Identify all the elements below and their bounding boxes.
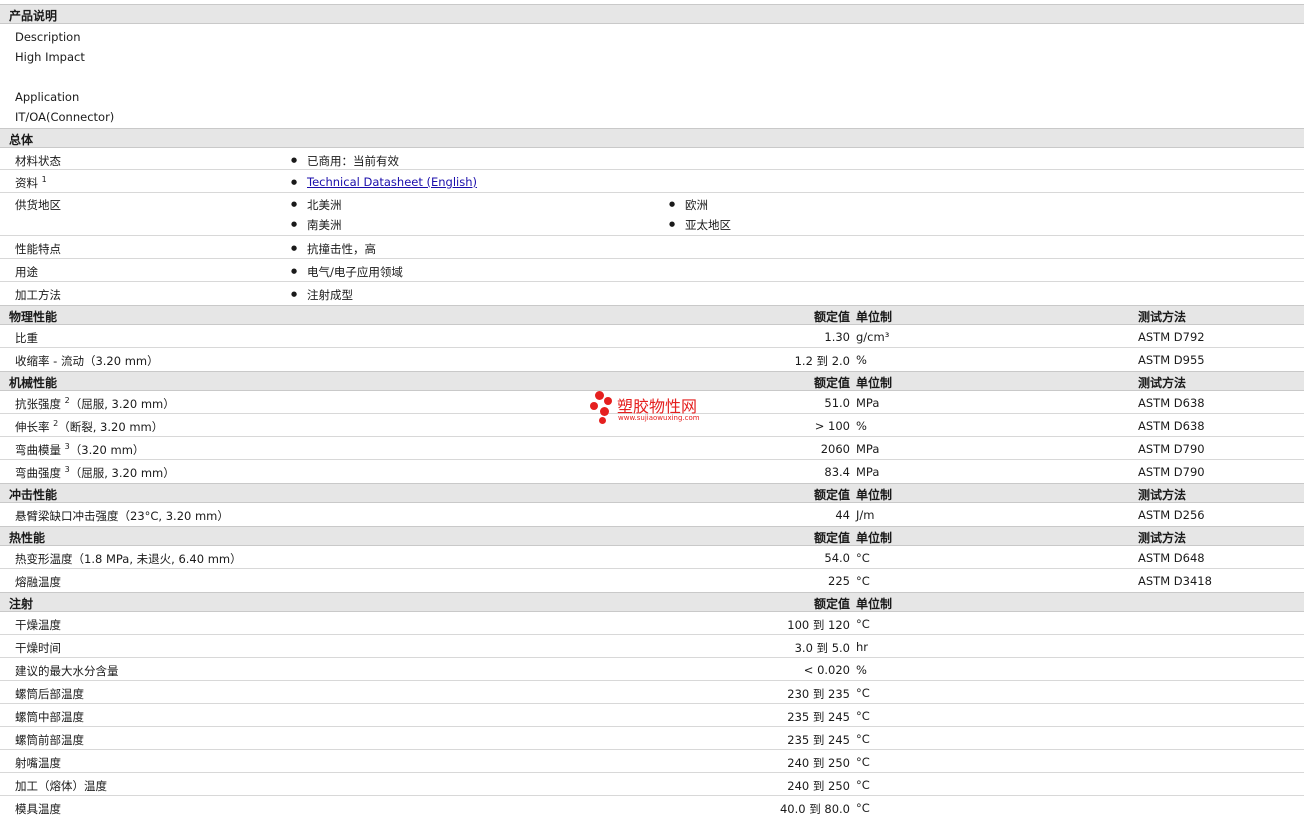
table-row: 建议的最大水分含量 < 0.020 %: [0, 658, 1304, 681]
row-uses: 用途 电气/电子应用领域: [0, 259, 1304, 282]
logo-dot-icon: [600, 407, 609, 416]
description-label: Description: [15, 30, 81, 44]
description-block: Description High Impact Application IT/O…: [0, 24, 1304, 128]
row-label: 性能特点: [15, 242, 61, 256]
region-item: 北美洲: [291, 197, 341, 213]
row-value: Technical Datasheet (English): [291, 175, 477, 189]
table-row: 射嘴温度 240 到 250 °C: [0, 750, 1304, 773]
header-value: 额定值: [813, 597, 850, 611]
logo-dot-icon: [599, 417, 606, 424]
table-row: 收缩率 - 流动（3.20 mm） 1.2 到 2.0 % ASTM D955: [15, 353, 1205, 368]
header-unit: 单位制: [856, 376, 893, 390]
region-item: 南美洲: [291, 217, 341, 233]
header-unit: 单位制: [856, 310, 893, 324]
table-row: 模具温度 40.0 到 80.0 °C: [15, 801, 870, 816]
header-test: 测试方法: [1138, 376, 1187, 390]
header-unit: 单位制: [856, 597, 893, 611]
section-title: 物理性能: [9, 310, 58, 324]
table-row: 弯曲强度 3（屈服, 3.20 mm） 83.4 MPa ASTM D790: [15, 465, 1205, 480]
table-row: 弯曲模量 3（3.20 mm） 2060 MPa ASTM D790: [0, 437, 1304, 460]
row-value: 已商用：当前有效: [291, 153, 399, 169]
logo-dot-icon: [604, 397, 612, 405]
row-material-status: 材料状态 已商用：当前有效: [0, 148, 1304, 170]
section-title: 冲击性能: [9, 488, 58, 502]
header-unit: 单位制: [856, 488, 893, 502]
description-value: High Impact: [15, 50, 85, 64]
table-row: 干燥时间 3.0 到 5.0 hr: [0, 635, 1304, 658]
table-row: 螺筒中部温度 235 到 245 °C: [0, 704, 1304, 727]
table-row: 螺筒后部温度 230 到 235 °C: [0, 681, 1304, 704]
watermark-logo: 塑胶物性网 www.sujiaowuxing.com: [588, 390, 728, 426]
section-title: 热性能: [9, 531, 46, 545]
region-item: 亚太地区: [669, 217, 731, 233]
section-thermal: 热性能 额定值 单位制 测试方法: [0, 526, 1304, 546]
logo-dot-icon: [595, 391, 604, 400]
row-label: 资料 1: [15, 175, 47, 190]
table-row: 热变形温度（1.8 MPa, 未退火, 6.40 mm） 54.0 °C AST…: [0, 546, 1304, 569]
section-physical: 物理性能 额定值 单位制 测试方法: [0, 305, 1304, 325]
row-label: 加工方法: [15, 288, 61, 302]
table-row: 干燥温度 100 到 120 °C: [0, 612, 1304, 635]
header-unit: 单位制: [856, 531, 893, 545]
section-general: 总体: [0, 128, 1304, 148]
section-injection: 注射 额定值 单位制: [0, 592, 1304, 612]
row-value: 注射成型: [291, 287, 353, 303]
row-features: 性能特点 抗撞击性，高: [0, 236, 1304, 259]
table-row: 加工（熔体）温度 240 到 250 °C: [0, 773, 1304, 796]
header-test: 测试方法: [1138, 310, 1187, 324]
header-value: 额定值: [813, 376, 850, 390]
row-label: 供货地区: [15, 198, 61, 212]
application-value: IT/OA(Connector): [15, 110, 115, 124]
section-impact: 冲击性能 额定值 单位制 测试方法: [0, 483, 1304, 503]
section-mechanical: 机械性能 额定值 单位制 测试方法: [0, 371, 1304, 391]
header-test: 测试方法: [1138, 531, 1187, 545]
row-processing: 加工方法 注射成型: [0, 282, 1304, 305]
row-label: 材料状态: [15, 154, 61, 168]
section-product-description: 产品说明: [0, 4, 1304, 24]
header-value: 额定值: [813, 531, 850, 545]
section-title: 总体: [9, 133, 34, 147]
header-test: 测试方法: [1138, 488, 1187, 502]
application-label: Application: [15, 90, 80, 104]
row-label: 用途: [15, 265, 38, 279]
header-value: 额定值: [813, 310, 850, 324]
logo-dot-icon: [590, 402, 598, 410]
table-row: 螺筒前部温度 235 到 245 °C: [0, 727, 1304, 750]
section-title: 机械性能: [9, 376, 58, 390]
table-row: 熔融温度 225 °C ASTM D3418: [15, 574, 1212, 589]
header-value: 额定值: [813, 488, 850, 502]
row-value: 抗撞击性，高: [291, 241, 376, 257]
section-title: 注射: [9, 597, 34, 611]
table-row: 悬臂梁缺口冲击强度（23°C, 3.20 mm） 44 J/m ASTM D25…: [15, 508, 1205, 523]
region-item: 欧洲: [669, 197, 708, 213]
row-value: 电气/电子应用领域: [291, 264, 403, 280]
watermark-url: www.sujiaowuxing.com: [618, 414, 700, 422]
technical-datasheet-link[interactable]: Technical Datasheet (English): [307, 175, 477, 189]
table-row: 比重 1.30 g/cm³ ASTM D792: [0, 325, 1304, 348]
section-title: 产品说明: [9, 9, 58, 23]
datasheet-page: 产品说明 Description High Impact Application…: [0, 0, 1304, 816]
row-supply-region: 供货地区 北美洲 欧洲 南美洲 亚太地区: [0, 193, 1304, 236]
row-documents: 资料 1 Technical Datasheet (English): [0, 170, 1304, 193]
